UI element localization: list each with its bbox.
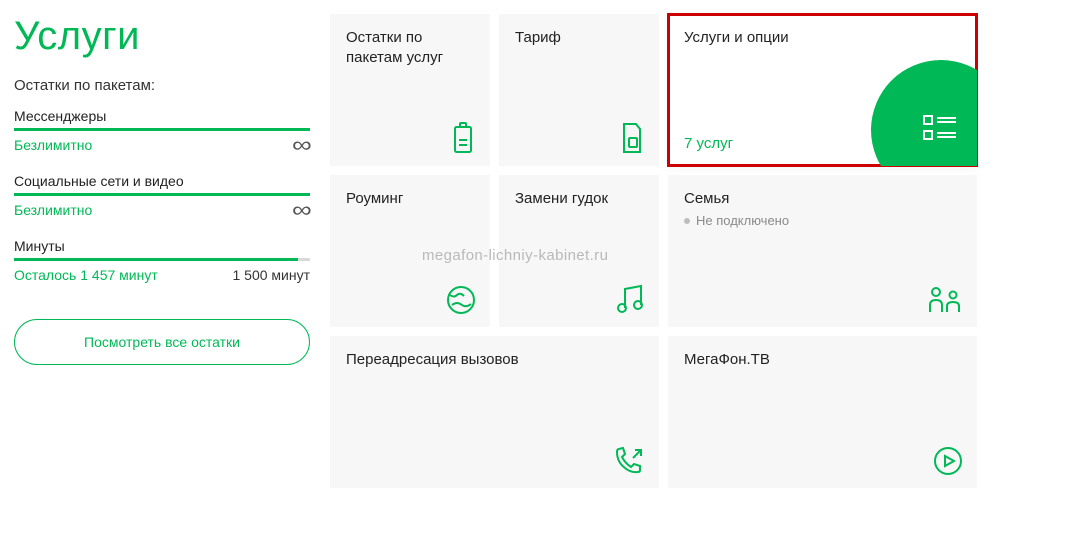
card-status: Не подключено [684, 213, 961, 228]
progress-bar [14, 193, 310, 196]
card-title: Семья [684, 189, 961, 209]
card-remains[interactable]: Остатки по пакетам услуг [330, 14, 490, 166]
infinity-icon: ∞ [292, 203, 312, 217]
view-all-button[interactable]: Посмотреть все остатки [14, 319, 310, 365]
battery-icon [450, 122, 476, 154]
card-title: Тариф [515, 28, 643, 48]
card-tariff[interactable]: Тариф [499, 14, 659, 166]
page-title: Услуги [14, 14, 310, 59]
status-text: Не подключено [696, 213, 789, 228]
music-icon [615, 283, 645, 315]
progress-bar [14, 258, 310, 261]
card-footer: 7 услуг [684, 135, 733, 152]
card-forwarding[interactable]: Переадресация вызовов [330, 336, 659, 488]
usage-messengers: Мессенджеры Безлимитно ∞ [14, 108, 310, 153]
usage-right-value: 1 500 минут [232, 267, 310, 283]
card-title: Переадресация вызовов [346, 350, 643, 370]
usage-label: Минуты [14, 238, 310, 254]
infinity-icon: ∞ [292, 138, 312, 152]
sidebar-subtitle: Остатки по пакетам: [14, 77, 310, 94]
sidebar: Услуги Остатки по пакетам: Мессенджеры Б… [14, 14, 310, 488]
usage-label: Социальные сети и видео [14, 173, 310, 189]
usage-social: Социальные сети и видео Безлимитно ∞ [14, 173, 310, 218]
phone-forward-icon [613, 444, 645, 476]
card-title: Роуминг [346, 189, 474, 209]
card-ringtone[interactable]: Замени гудок [499, 175, 659, 327]
globe-icon [446, 285, 476, 315]
usage-label: Мессенджеры [14, 108, 310, 124]
people-icon [927, 285, 963, 315]
card-title: Остатки по пакетам услуг [346, 28, 474, 69]
usage-left-value: Безлимитно [14, 202, 92, 218]
progress-bar [14, 128, 310, 131]
cards-grid: Остатки по пакетам услуг Тариф Услуги и … [330, 14, 977, 488]
sim-icon [619, 122, 645, 154]
usage-minutes: Минуты Осталось 1 457 минут 1 500 минут [14, 238, 310, 283]
card-services-options[interactable]: Услуги и опции 7 услуг [668, 14, 977, 166]
status-dot-icon [684, 218, 690, 224]
card-title: Замени гудок [515, 189, 643, 209]
card-title: Услуги и опции [684, 28, 961, 48]
usage-left-value: Осталось 1 457 минут [14, 267, 158, 283]
card-roaming[interactable]: Роуминг [330, 175, 490, 327]
usage-left-value: Безлимитно [14, 137, 92, 153]
card-title: МегаФон.ТВ [684, 350, 961, 370]
corner-accent [871, 60, 977, 166]
list-grid-icon [923, 114, 957, 144]
card-tv[interactable]: МегаФон.ТВ [668, 336, 977, 488]
play-icon [933, 446, 963, 476]
card-family[interactable]: Семья Не подключено [668, 175, 977, 327]
